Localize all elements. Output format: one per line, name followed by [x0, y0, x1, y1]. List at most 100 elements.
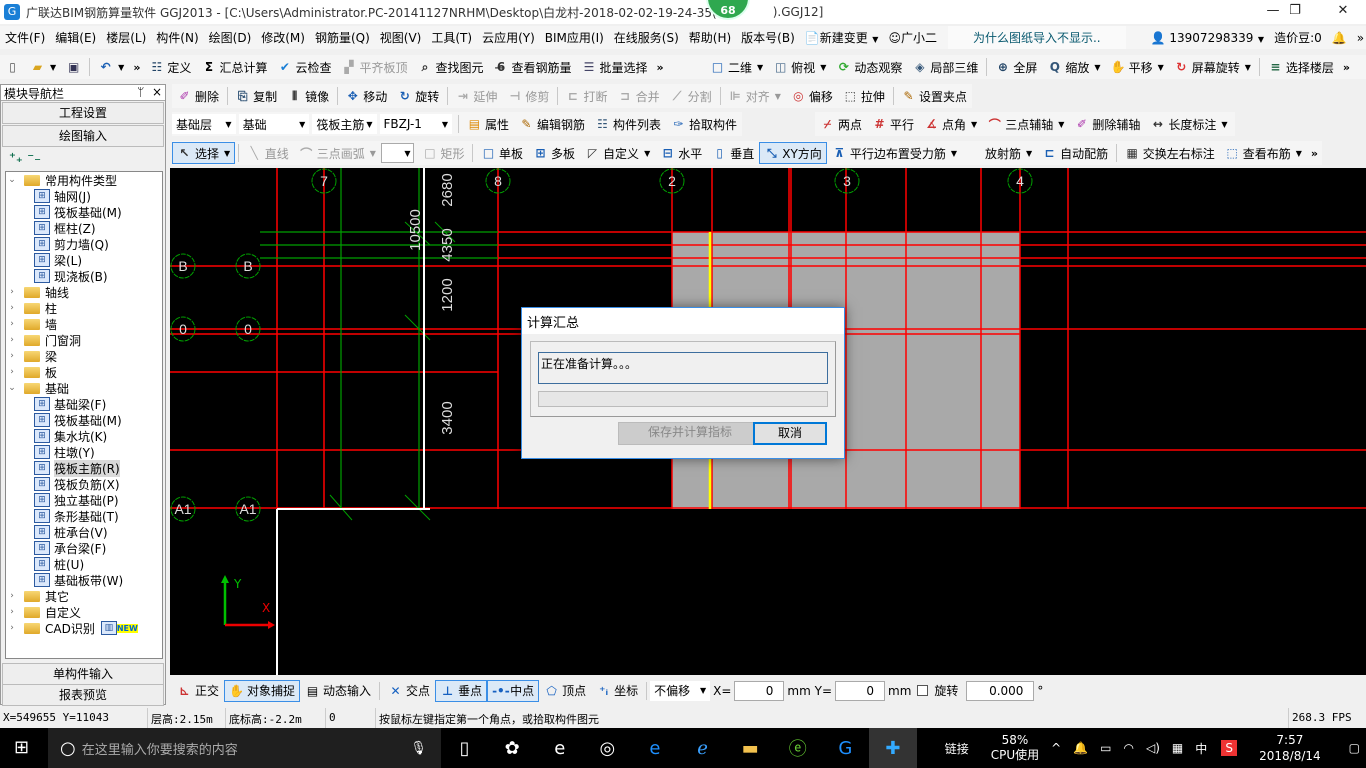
chevron-right-icon[interactable]: › [6, 607, 18, 617]
coordinate-snap-button[interactable]: ⁺ᵢ 坐标 [591, 680, 643, 702]
floor-component-select[interactable]: 筏板主筋 ▼ [312, 114, 377, 134]
pick-component-button[interactable]: ✑ 拾取构件 [666, 113, 742, 135]
two-point-button[interactable]: ⌿ 两点 [815, 113, 867, 135]
tree-item[interactable]: ⊞ 筏板负筋(X) [6, 476, 162, 492]
x-offset-input[interactable]: 0 [734, 680, 785, 701]
chevron-right-icon[interactable]: › [6, 591, 18, 601]
tree-item[interactable]: ⊞ 轴网(J) [6, 188, 162, 204]
assistant-button[interactable]: ☺广小二 [883, 29, 942, 46]
notification-bell-icon[interactable]: 🔔 [1067, 741, 1094, 755]
intersection-snap-button[interactable]: ✕ 交点 [383, 680, 435, 702]
tree-item[interactable]: ⊞ 现浇板(B) [6, 268, 162, 284]
draw-mode-select[interactable]: ▼ [380, 143, 415, 163]
fullscreen-button[interactable]: ⊕ 全屏 [990, 56, 1042, 78]
more-tools-icon[interactable]: » [1352, 31, 1366, 45]
menu-item[interactable]: 绘图(D) [204, 29, 257, 46]
menu-item[interactable]: 编辑(E) [50, 29, 101, 46]
tree-folder[interactable]: › 板 [6, 364, 162, 380]
define-button[interactable]: ☷ 定义 [144, 56, 196, 78]
copy-button[interactable]: ⎘ 复制 [230, 85, 282, 107]
multi-slab-button[interactable]: ⊞ 多板 [528, 142, 580, 164]
link-label[interactable]: 链接 [939, 740, 975, 757]
pan-button[interactable]: ✋ 平移 ▼ [1106, 56, 1169, 78]
360-browser-icon[interactable]: ⓔ [774, 728, 822, 768]
tree-folder[interactable]: › 门窗洞 [6, 332, 162, 348]
bell-icon[interactable]: 🔔 [1327, 31, 1352, 45]
menu-item[interactable]: 版本号(B) [736, 29, 800, 46]
offset-mode-select[interactable]: 不偏移 ▼ [650, 680, 711, 701]
menu-item[interactable]: 视图(V) [375, 29, 427, 46]
more-tools-icon[interactable]: » [1307, 147, 1322, 160]
tree-folder[interactable]: › 梁 [6, 348, 162, 364]
mirror-button[interactable]: ⫴ 镜像 [282, 85, 334, 107]
floor-component-select[interactable]: FBZJ-1 ▼ [379, 114, 453, 134]
tree-item[interactable]: ⊞ 承台梁(F) [6, 540, 162, 556]
delete-aux-axis-button[interactable]: ✐ 删除辅轴 [1069, 113, 1145, 135]
tree-item[interactable]: ⊞ 筏板主筋(R) [6, 459, 162, 477]
xy-direction-button[interactable]: ⤡ XY方向 [759, 142, 827, 164]
chevron-right-icon[interactable]: › [6, 351, 18, 361]
new-change-button[interactable]: 📄新建变更 ▼ [800, 29, 884, 46]
edit-rebar-button[interactable]: ✎ 编辑钢筋 [514, 113, 590, 135]
volume-icon[interactable]: ◁) [1140, 741, 1166, 755]
custom-button[interactable]: ◸ 自定义 ▼ [580, 142, 655, 164]
new-file-button[interactable]: ▯ [0, 56, 25, 78]
chevron-right-icon[interactable]: › [6, 367, 18, 377]
open-folder-button[interactable]: ▰ ▼ [25, 56, 61, 78]
midpoint-snap-button[interactable]: -•- 中点 [487, 679, 540, 702]
perpendicular-snap-button[interactable]: ⊥ 垂点 [435, 679, 488, 702]
menu-item[interactable]: 钢筋量(Q) [310, 29, 375, 46]
move-button[interactable]: ✥ 移动 [340, 85, 392, 107]
file-explorer-icon[interactable]: ▬ [726, 728, 774, 768]
component-list-button[interactable]: ☷ 构件列表 [590, 113, 666, 135]
tree-folder[interactable]: › 其它 [6, 588, 162, 604]
ie-icon[interactable]: ℯ [679, 728, 727, 768]
screen-rotate-button[interactable]: ↻ 屏幕旋转 ▼ [1169, 56, 1256, 78]
tree-item[interactable]: ⊞ 剪力墙(Q) [6, 236, 162, 252]
tree-folder[interactable]: › 自定义 [6, 604, 162, 620]
tree-folder[interactable]: › 墙 [6, 316, 162, 332]
browser-e-icon[interactable]: e [536, 728, 584, 768]
clock[interactable]: 7:57 2018/8/14 [1253, 732, 1327, 764]
tree-folder[interactable]: › 柱 [6, 300, 162, 316]
single-component-input-button[interactable]: 单构件输入 [2, 663, 164, 685]
restore-button[interactable]: ❐ [1272, 0, 1318, 24]
tree-item[interactable]: ⊞ 柱墩(Y) [6, 444, 162, 460]
select-button[interactable]: ↖ 选择 ▼ [172, 142, 236, 164]
tree-folder[interactable]: › 轴线 [6, 284, 162, 300]
tree-item[interactable]: ⊞ 基础梁(F) [6, 396, 162, 412]
qq-browser-icon[interactable]: ◎ [584, 728, 632, 768]
dynamic-observe-button[interactable]: ⟳ 动态观察 [831, 56, 907, 78]
properties-button[interactable]: ▤ 属性 [462, 113, 514, 135]
menu-item[interactable]: 构件(N) [151, 29, 203, 46]
sogou-icon[interactable]: S [1221, 740, 1238, 756]
batch-select-button[interactable]: ☰ 批量选择 [577, 56, 653, 78]
tree-item[interactable]: ⊞ 梁(L) [6, 252, 162, 268]
microphone-icon[interactable]: 🎙 [410, 741, 427, 756]
tree-item[interactable]: ⊞ 桩(U) [6, 556, 162, 572]
parallel-button[interactable]: # 平行 [867, 113, 919, 135]
menu-item[interactable]: 修改(M) [256, 29, 310, 46]
menu-item[interactable]: 云应用(Y) [477, 29, 540, 46]
glodon-g-icon[interactable]: G [822, 728, 870, 768]
project-settings-button[interactable]: 工程设置 [2, 102, 164, 124]
find-element-button[interactable]: ⌕ 查找图元 [412, 56, 488, 78]
menu-item[interactable]: 工具(T) [426, 29, 477, 46]
cloud-check-button[interactable]: ✔ 云检查 [272, 56, 336, 78]
more-tools-icon[interactable]: » [1339, 61, 1354, 74]
wifi-icon[interactable]: ◠ [1117, 741, 1139, 755]
tree-folder[interactable]: ⌄ 常用构件类型 [6, 172, 162, 188]
drawing-input-button[interactable]: 绘图输入 [2, 125, 164, 147]
keyboard-icon[interactable]: ▦ [1166, 741, 1189, 755]
tree-folder[interactable]: › CAD识别 ▥ NEW [6, 620, 162, 636]
tree-item[interactable]: ⊞ 基础板带(W) [6, 572, 162, 588]
chevron-right-icon[interactable]: › [6, 303, 18, 313]
cancel-button[interactable]: 取消 [753, 422, 827, 445]
radial-rebar-button[interactable]: 放射筋 ▼ [962, 142, 1037, 164]
menu-item[interactable]: 帮助(H) [684, 29, 736, 46]
chevron-down-icon[interactable]: ⌄ [6, 175, 18, 185]
tree-item[interactable]: ⊞ 筏板基础(M) [6, 204, 162, 220]
point-angle-button[interactable]: ∡ 点角 ▼ [919, 113, 982, 135]
tree-item[interactable]: ⊞ 独立基础(P) [6, 492, 162, 508]
zoom-button[interactable]: Q 缩放 ▼ [1042, 56, 1105, 78]
